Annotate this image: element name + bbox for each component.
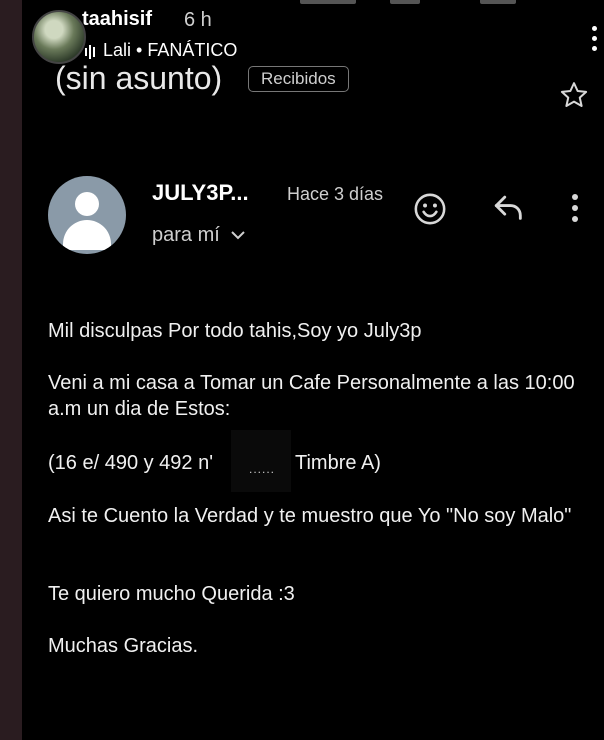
more-vert-icon[interactable] [572,194,580,227]
story-username[interactable]: taahisif [82,8,152,31]
story-avatar[interactable] [32,10,86,64]
redacted-box: ...... [231,430,291,492]
body-paragraph-2: Veni a mi casa a Tomar un Cafe Personalm… [48,372,575,420]
body-paragraph-6: Muchas Gracias. [48,635,199,657]
body-address: (16 e/ 490 y 492 n' [48,452,214,474]
recipient-label: para mí [152,224,220,246]
left-edge [0,0,22,740]
story-music[interactable]: Lali • FANÁTICO [85,40,237,62]
emoji-icon[interactable] [413,192,447,231]
recipient-toggle[interactable]: para mí [152,224,246,247]
email-subject: (sin asunto) [55,60,223,96]
story-more-icon[interactable] [592,26,598,56]
chevron-down-icon [230,224,246,247]
sender-name[interactable]: JULY3P... [152,180,249,206]
reply-icon[interactable] [492,192,526,227]
music-wave-icon [85,41,97,62]
redacted-text: ...... [249,462,276,476]
body-paragraph-4: Asi te Cuento la Verdad y te muestro que… [48,505,572,527]
body-line-1: Mil disculpas Por todo tahis,Soy yo July… [48,320,422,342]
person-icon [75,192,99,216]
inbox-label-chip[interactable]: Recibidos [248,66,349,92]
email-time: Hace 3 días [287,184,384,204]
body-address-end: Timbre A) [295,452,381,474]
body-paragraph-5: Te quiero mucho Querida :3 [48,583,295,605]
star-icon[interactable] [558,80,590,115]
story-time: 6 h [184,9,212,31]
sender-avatar[interactable] [48,176,126,254]
music-label: Lali • FANÁTICO [103,40,238,60]
